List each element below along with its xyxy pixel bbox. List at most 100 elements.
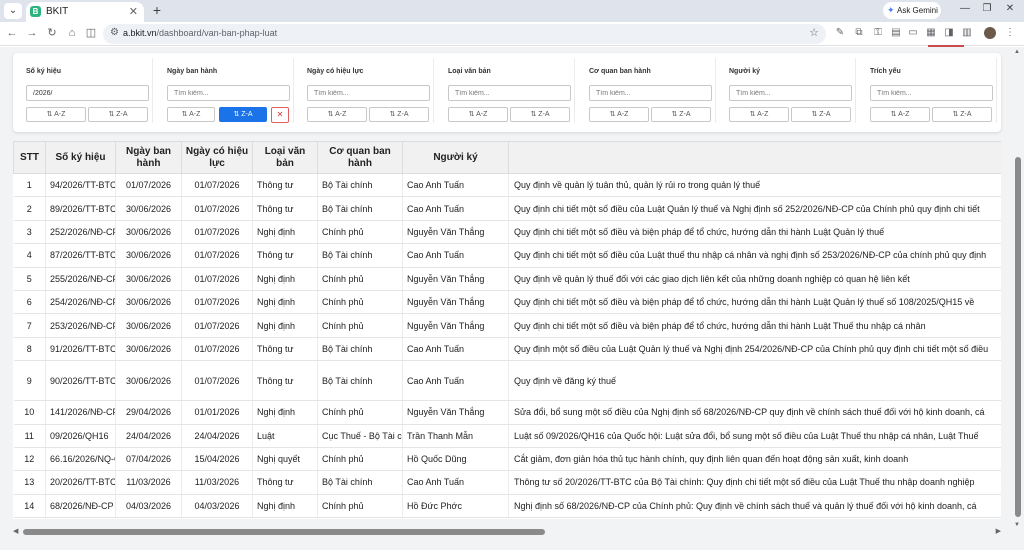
cell-so-ky-hieu: 90/2026/TT-BTC (45, 360, 116, 402)
sort-asc-button[interactable]: ⇅ A-Z (167, 107, 215, 122)
sort-asc-button[interactable]: ⇅ A-Z (307, 107, 367, 122)
cell-trich-yeu: Quy định về quản lý thuế đối với các gia… (508, 267, 1001, 291)
table-row[interactable]: 10 141/2026/NĐ-CP 29/04/2026 01/01/2026 Nghị… (13, 400, 1001, 425)
minimize-icon[interactable]: — (958, 3, 972, 14)
table-row[interactable]: 8 91/2026/TT-BTC 30/06/2026 01/07/2026 Thông… (13, 337, 1001, 362)
tab-close-icon[interactable]: ✕ (129, 5, 138, 18)
cell-so-ky-hieu: 254/2026/NĐ-CP (45, 290, 116, 315)
filter-search-input[interactable] (26, 85, 149, 101)
profile-avatar[interactable] (984, 27, 996, 39)
sort-desc-button[interactable]: ⇅ Z-A (932, 107, 992, 122)
cell-loai-van-ban: Thông tư (252, 337, 318, 362)
reading-list-icon[interactable]: ▦ (925, 27, 937, 39)
sort-asc-button[interactable]: ⇅ A-Z (26, 107, 86, 122)
header-so-ky-hieu[interactable]: Số ký hiệu (45, 141, 116, 174)
cell-co-quan: Chính phủ (317, 290, 403, 315)
ask-gemini-button[interactable]: ✦ Ask Gemini (883, 2, 941, 19)
split-view-icon[interactable]: ◫ (84, 26, 98, 40)
wallet-icon[interactable]: ▭ (907, 27, 919, 39)
reload-icon[interactable]: ↻ (45, 26, 59, 40)
back-icon[interactable]: ← (5, 26, 19, 40)
table-row[interactable]: 2 89/2026/TT-BTC 30/06/2026 01/07/2026 Thông… (13, 196, 1001, 221)
sort-desc-button[interactable]: ⇅ Z-A (651, 107, 711, 122)
filter-label: Người ký (729, 68, 761, 75)
cell-loai-van-ban: Nghị định (252, 290, 318, 315)
sort-desc-button[interactable]: ⇅ Z-A (88, 107, 148, 122)
cell-nguoi-ky: Hồ Đức Phớc (402, 494, 509, 519)
sort-asc-button[interactable]: ⇅ A-Z (448, 107, 508, 122)
vertical-scrollbar[interactable]: ▲ ▼ (1012, 47, 1024, 530)
site-info-icon[interactable]: ⚙ (110, 27, 119, 38)
scroll-right-icon[interactable]: ▶ (996, 527, 1001, 535)
header-co-quan[interactable]: Cơ quan ban hành (317, 141, 403, 174)
url-text[interactable]: a.bkit.vn/dashboard/van-ban-phap-luat (123, 28, 277, 38)
sort-asc-button[interactable]: ⇅ A-Z (589, 107, 649, 122)
scroll-down-icon[interactable]: ▼ (1014, 522, 1020, 528)
table-row[interactable]: 1 94/2026/TT-BTC 01/07/2026 01/07/2026 Thông… (13, 173, 1001, 198)
bookmark-star-icon[interactable]: ☆ (809, 26, 819, 39)
scroll-up-icon[interactable]: ▲ (1014, 49, 1020, 55)
sort-asc-button[interactable]: ⇅ A-Z (729, 107, 789, 122)
filter-search-input[interactable] (589, 85, 712, 101)
table-row[interactable]: 1266.16/2026/NQ-CP07/04/202615/04/2026Ng… (13, 447, 1001, 472)
url-path: /dashboard/van-ban-phap-luat (156, 28, 278, 38)
filter-search-input[interactable] (448, 85, 571, 101)
table-row[interactable]: 11 09/2026/QH16 24/04/2026 24/04/2026 Luật Cụ… (13, 424, 1001, 448)
sidebar-icon[interactable]: ◨ (943, 27, 955, 39)
table-row[interactable]: 4 87/2026/TT-BTC 30/06/2026 01/07/2026 Thông… (13, 243, 1001, 268)
cell-so-ky-hieu: 20/2026/TT-BTC (45, 470, 116, 495)
sort-asc-button[interactable]: ⇅ A-Z (870, 107, 930, 122)
table-row[interactable]: 7 253/2026/NĐ-CP 30/06/2026 01/07/2026 Nghị … (13, 313, 1001, 338)
cell-ngay-ban-hanh: 01/07/2026 (115, 173, 182, 198)
pen-icon[interactable]: ✎ (834, 27, 846, 39)
cell-nguoi-ky: Cao Anh Tuấn (402, 173, 509, 198)
header-ngay-hieu-luc[interactable]: Ngày có hiệu lực (181, 141, 253, 174)
clear-filter-button[interactable]: ✕ (271, 107, 289, 123)
horizontal-scrollbar[interactable]: ◀ ▶ (13, 526, 1001, 538)
filter-label: Loại văn bản (448, 68, 491, 75)
filter-search-input[interactable] (729, 85, 852, 101)
filter-search-input[interactable] (167, 85, 290, 101)
table-row[interactable]: 6 254/2026/NĐ-CP 30/06/2026 01/07/2026 Nghị … (13, 290, 1001, 315)
cell-ngay-hieu-luc: 01/07/2026 (181, 290, 253, 315)
horizontal-scrollbar-thumb[interactable] (23, 529, 545, 535)
table-row[interactable]: 13 20/2026/TT-BTC 11/03/2026 11/03/2026 Thôn… (13, 470, 1001, 495)
filter-search-input[interactable] (307, 85, 430, 101)
header-ngay-ban-hanh[interactable]: Ngày ban hành (115, 141, 182, 174)
tab-search-icon[interactable]: ⌄ (4, 3, 22, 19)
extension-icon[interactable]: ⧉ (853, 27, 865, 39)
cell-co-quan: Bộ Tài chính (317, 196, 403, 221)
table-row[interactable]: 9 90/2026/TT-BTC 30/06/2026 01/07/2026 Thông… (13, 360, 1001, 402)
table-row[interactable]: 14 68/2026/NĐ-CP 04/03/2026 04/03/2026 Nghị … (13, 494, 1001, 519)
sort-desc-button[interactable]: ⇅ Z-A (219, 107, 267, 122)
download-icon[interactable]: ▥ (961, 27, 973, 39)
address-bar[interactable]: ⚙ a.bkit.vn/dashboard/van-ban-phap-luat … (103, 24, 826, 44)
more-menu-icon[interactable]: ⋮ (1004, 27, 1016, 39)
browser-tab-active[interactable]: B BKIT ✕ (26, 2, 144, 22)
scroll-left-icon[interactable]: ◀ (13, 527, 18, 535)
close-window-icon[interactable]: ✕ (1003, 3, 1017, 14)
home-icon[interactable]: ⌂ (65, 26, 79, 40)
new-tab-button[interactable]: + (149, 3, 165, 19)
filter-search-input[interactable] (870, 85, 993, 101)
header-trich-yeu[interactable] (508, 141, 1001, 174)
cell-stt: 3 (13, 220, 46, 245)
save-icon[interactable]: ▤ (890, 27, 902, 39)
browser-tab-strip: ⌄ B BKIT ✕ + ✦ Ask Gemini — ❐ ✕ (0, 0, 1024, 22)
header-stt[interactable]: STT (13, 141, 46, 174)
cell-trich-yeu: Quy định chi tiết một số điều và biện ph… (508, 290, 1001, 315)
cell-ngay-ban-hanh: 30/06/2026 (115, 290, 182, 315)
sort-desc-button[interactable]: ⇅ Z-A (791, 107, 851, 122)
table-row[interactable]: 5 255/2026/NĐ-CP 30/06/2026 01/07/2026 Nghị … (13, 267, 1001, 291)
vertical-scrollbar-thumb[interactable] (1015, 157, 1021, 517)
header-loai-van-ban[interactable]: Loại văn bản (252, 141, 318, 174)
sort-desc-button[interactable]: ⇅ Z-A (369, 107, 429, 122)
password-key-icon[interactable]: ⚿ (872, 27, 884, 39)
sort-desc-button[interactable]: ⇅ Z-A (510, 107, 570, 122)
table-row[interactable]: 3 252/2026/NĐ-CP 30/06/2026 01/07/2026 Nghị … (13, 220, 1001, 245)
header-nguoi-ky[interactable]: Người ký (402, 141, 509, 174)
cell-stt: 1 (13, 173, 46, 198)
cell-nguoi-ky: Cao Anh Tuấn (402, 337, 509, 362)
forward-icon[interactable]: → (25, 26, 39, 40)
restore-icon[interactable]: ❐ (980, 3, 994, 14)
